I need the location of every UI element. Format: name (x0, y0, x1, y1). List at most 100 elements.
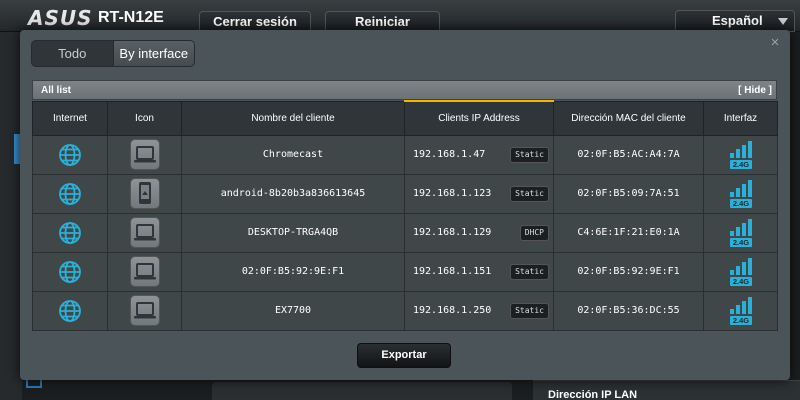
column-header-ip-address[interactable]: Clients IP Address (404, 100, 554, 136)
interface-cell: 2.4G (703, 212, 778, 253)
phone-glyph (138, 182, 151, 204)
client-mac: 02:0F:B5:09:7A:51 (577, 188, 680, 199)
wifi-signal-icon: 2.4G (729, 179, 752, 208)
laptop-icon[interactable] (129, 139, 160, 170)
list-title: All list (41, 85, 72, 96)
client-ip: 192.168.1.123 (413, 188, 492, 199)
client-name-cell: 02:0F:B5:92:9E:F1 (181, 251, 405, 292)
wifi-signal-icon: 2.4G (729, 257, 752, 286)
ip-cell: 192.168.1.151 Static (404, 251, 554, 292)
device-icon-cell (107, 134, 182, 175)
laptop-glyph (133, 302, 156, 319)
column-header-interface[interactable]: Interfaz (703, 100, 778, 136)
ip-type-badge: Static (510, 146, 549, 163)
lan-panel: Dirección IP LAN (533, 380, 800, 400)
laptop-icon[interactable] (129, 217, 160, 248)
globe-icon[interactable] (58, 260, 82, 284)
interface-cell: 2.4G (703, 134, 778, 175)
mac-cell: 02:0F:B5:36:DC:55 (553, 290, 704, 331)
band-label: 2.4G (732, 199, 748, 208)
language-select[interactable]: Español (675, 10, 795, 32)
table-row[interactable]: 02:0F:B5:92:9E:F1 192.168.1.151 Static 0… (32, 251, 778, 292)
laptop-glyph (133, 224, 156, 241)
internet-cell (32, 134, 108, 175)
internet-cell (32, 290, 108, 331)
tab-all[interactable]: Todo (32, 41, 113, 66)
wifi-signal-icon: 2.4G (729, 140, 752, 169)
ip-type-badge: Static (510, 185, 549, 202)
client-name-cell: DESKTOP-TRGA4QB (181, 212, 405, 253)
wifi-signal-icon: 2.4G (729, 218, 752, 247)
ip-type-badge: Static (510, 302, 549, 319)
mac-cell: 02:0F:B5:09:7A:51 (553, 173, 704, 214)
client-name-cell: Chromecast (181, 134, 405, 175)
device-icon-cell (107, 173, 182, 214)
band-label: 2.4G (732, 316, 748, 325)
ip-cell: 192.168.1.123 Static (404, 173, 554, 214)
client-list-modal: × Todo By interface All list [ Hide ] In… (20, 30, 790, 380)
client-name[interactable]: 02:0F:B5:92:9E:F1 (242, 266, 344, 277)
ip-cell: 192.168.1.129 DHCP (404, 212, 554, 253)
close-icon[interactable]: × (766, 34, 784, 52)
internet-cell (32, 173, 108, 214)
column-header-mac-address[interactable]: Dirección MAC del cliente (553, 100, 704, 136)
mac-cell: C4:6E:1F:21:E0:1A (553, 212, 704, 253)
view-tabs: Todo By interface (31, 40, 195, 67)
interface-cell: 2.4G (703, 290, 778, 331)
device-icon-cell (107, 251, 182, 292)
client-name[interactable]: EX7700 (275, 305, 311, 316)
globe-icon[interactable] (58, 299, 82, 323)
tab-by-interface[interactable]: By interface (112, 41, 194, 66)
lan-ip-label: Dirección IP LAN (548, 389, 638, 400)
globe-icon[interactable] (58, 182, 82, 206)
ip-type-badge: DHCP (519, 224, 549, 241)
interface-cell: 2.4G (703, 251, 778, 292)
client-name[interactable]: DESKTOP-TRGA4QB (248, 227, 338, 238)
client-ip: 192.168.1.129 (413, 227, 492, 238)
wifi-signal-icon: 2.4G (729, 296, 752, 325)
client-table: Internet Icon Nombre del cliente Clients… (32, 100, 778, 331)
language-value: Español (712, 13, 763, 28)
device-icon-cell (107, 212, 182, 253)
column-header-client-name[interactable]: Nombre del cliente (181, 100, 405, 136)
phone-icon[interactable] (129, 178, 160, 209)
ip-type-badge: Static (510, 263, 549, 280)
client-mac: 02:0F:B5:36:DC:55 (577, 305, 680, 316)
laptop-glyph (133, 263, 156, 280)
band-label: 2.4G (732, 238, 748, 247)
laptop-icon[interactable] (129, 295, 160, 326)
brand-logo: ASUS (28, 6, 93, 30)
table-row[interactable]: Chromecast 192.168.1.47 Static 02:0F:B5:… (32, 134, 778, 175)
table-row[interactable]: DESKTOP-TRGA4QB 192.168.1.129 DHCP C4:6E… (32, 212, 778, 253)
client-ip: 192.168.1.47 (413, 149, 486, 160)
ip-cell: 192.168.1.47 Static (404, 134, 554, 175)
globe-icon[interactable] (58, 221, 82, 245)
ip-cell: 192.168.1.250 Static (404, 290, 554, 331)
band-label: 2.4G (732, 277, 748, 286)
column-header-internet[interactable]: Internet (32, 100, 108, 136)
export-button[interactable]: Exportar (357, 343, 451, 368)
table-row[interactable]: android-8b20b3a836613645 192.168.1.123 S… (32, 173, 778, 214)
client-mac: C4:6E:1F:21:E0:1A (577, 227, 680, 238)
column-header-icon[interactable]: Icon (107, 100, 182, 136)
client-name[interactable]: Chromecast (263, 149, 323, 160)
interface-cell: 2.4G (703, 173, 778, 214)
band-label: 2.4G (732, 160, 748, 169)
laptop-icon[interactable] (129, 256, 160, 287)
client-name-cell: android-8b20b3a836613645 (181, 173, 405, 214)
table-header-row: Internet Icon Nombre del cliente Clients… (32, 100, 778, 136)
list-header: All list [ Hide ] (32, 80, 777, 100)
client-name-cell: EX7700 (181, 290, 405, 331)
device-icon-cell (107, 290, 182, 331)
sidebar (0, 32, 22, 400)
internet-cell (32, 212, 108, 253)
hide-link[interactable]: [ Hide ] (738, 85, 772, 96)
client-ip: 192.168.1.151 (413, 266, 492, 277)
internet-cell (32, 251, 108, 292)
background-panel (212, 382, 512, 400)
mac-cell: 02:0F:B5:92:9E:F1 (553, 251, 704, 292)
globe-icon[interactable] (58, 143, 82, 167)
table-row[interactable]: EX7700 192.168.1.250 Static 02:0F:B5:36:… (32, 290, 778, 331)
router-model: RT-N12E (98, 9, 164, 26)
client-name[interactable]: android-8b20b3a836613645 (221, 188, 366, 199)
